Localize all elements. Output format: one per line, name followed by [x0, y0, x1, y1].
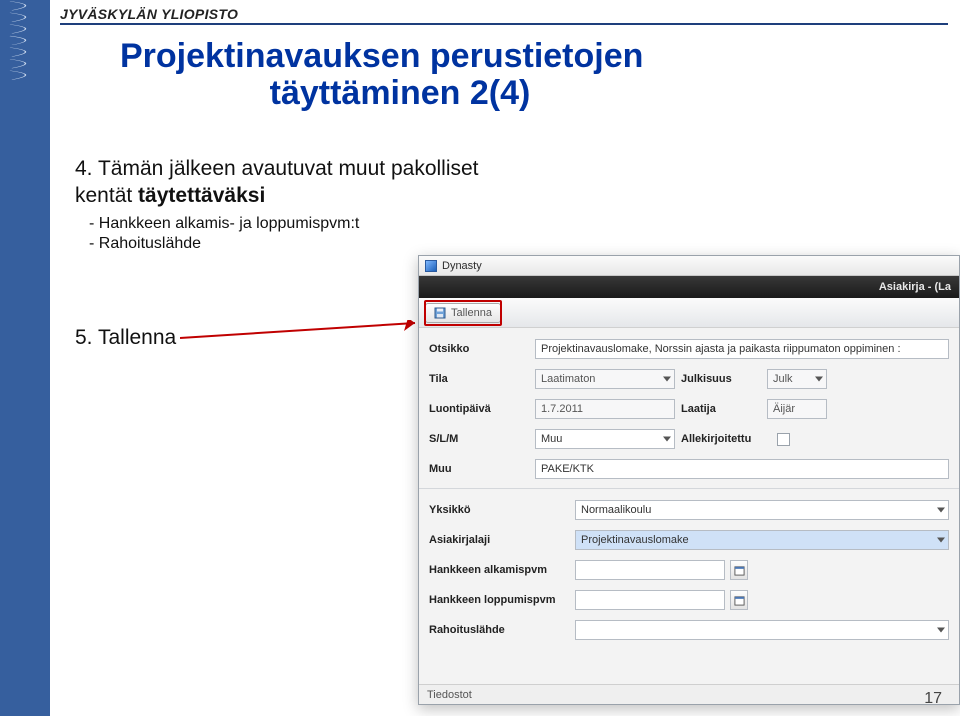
app-title: Dynasty	[442, 260, 482, 272]
callout-arrow-icon	[180, 320, 430, 360]
title-line1: Projektinavauksen perustietojen	[120, 37, 643, 75]
bullet-1: Hankkeen alkamis- ja loppumispvm:t	[89, 214, 495, 235]
label-allekirjoitettu: Allekirjoitettu	[681, 433, 771, 445]
field-otsikko[interactable]: Projektinavauslomake, Norssin ajasta ja …	[535, 339, 949, 359]
org-name: JYVÄSKYLÄN YLIOPISTO	[60, 6, 238, 22]
checkbox-allekirjoitettu[interactable]	[777, 433, 790, 446]
files-footer[interactable]: Tiedostot	[419, 684, 959, 704]
save-icon	[434, 307, 446, 319]
torch-motif-icon	[0, 0, 50, 90]
app-icon	[425, 260, 437, 272]
label-luontipaiva: Luontipäivä	[429, 403, 529, 415]
title-line2: täyttäminen 2(4)	[120, 75, 680, 112]
step5-text: 5. Tallenna	[75, 326, 176, 350]
field-yksikko[interactable]: Normaalikoulu	[575, 500, 949, 520]
field-rahoituslahde[interactable]	[575, 620, 949, 640]
field-julkisuus[interactable]: Julk	[767, 369, 827, 389]
label-muu: Muu	[429, 463, 529, 475]
calendar-icon	[734, 565, 745, 576]
slide-title: Projektinavauksen perustietojen täyttämi…	[120, 38, 680, 113]
section-divider	[419, 488, 959, 489]
label-slm: S/L/M	[429, 433, 529, 445]
datepicker-loppumis-button[interactable]	[730, 590, 748, 610]
label-laatija: Laatija	[681, 403, 761, 415]
label-loppumispvm: Hankkeen loppumispvm	[429, 594, 569, 606]
step4-bold: täytettäväksi	[138, 184, 265, 207]
field-alkamispvm[interactable]	[575, 560, 725, 580]
label-yksikko: Yksikkö	[429, 504, 569, 516]
field-slm[interactable]: Muu	[535, 429, 675, 449]
subheader-text: Asiakirja - (La	[879, 281, 951, 293]
bullet-2: Rahoituslähde	[89, 234, 495, 255]
field-loppumispvm[interactable]	[575, 590, 725, 610]
window-titlebar: Dynasty	[419, 256, 959, 276]
field-asiakirjalaji[interactable]: Projektinavauslomake	[575, 530, 949, 550]
field-luontipaiva: 1.7.2011	[535, 399, 675, 419]
form-area: Otsikko Projektinavauslomake, Norssin aj…	[419, 328, 959, 657]
label-rahoituslahde: Rahoituslähde	[429, 624, 569, 636]
subheader-bar: Asiakirja - (La	[419, 276, 959, 298]
field-laatija: Äijär	[767, 399, 827, 419]
field-tila[interactable]: Laatimaton	[535, 369, 675, 389]
label-otsikko: Otsikko	[429, 343, 529, 355]
calendar-icon	[734, 595, 745, 606]
save-button-label: Tallenna	[451, 307, 492, 319]
step4-text: 4. Tämän jälkeen avautuvat muut pakollis…	[75, 157, 479, 207]
toolbar: Tallenna	[419, 298, 959, 328]
label-asiakirjalaji: Asiakirjalaji	[429, 534, 569, 546]
label-alkamispvm: Hankkeen alkamispvm	[429, 564, 569, 576]
brand-stripe	[0, 0, 50, 716]
label-tila: Tila	[429, 373, 529, 385]
body-text: 4. Tämän jälkeen avautuvat muut pakollis…	[75, 155, 495, 255]
header-rule	[60, 23, 948, 25]
label-julkisuus: Julkisuus	[681, 373, 761, 385]
datepicker-alkamis-button[interactable]	[730, 560, 748, 580]
field-muu[interactable]: PAKE/KTK	[535, 459, 949, 479]
save-button[interactable]: Tallenna	[425, 303, 501, 323]
page-number: 17	[924, 690, 942, 708]
dynasty-window: Dynasty Asiakirja - (La Tallenna Otsikko…	[418, 255, 960, 705]
